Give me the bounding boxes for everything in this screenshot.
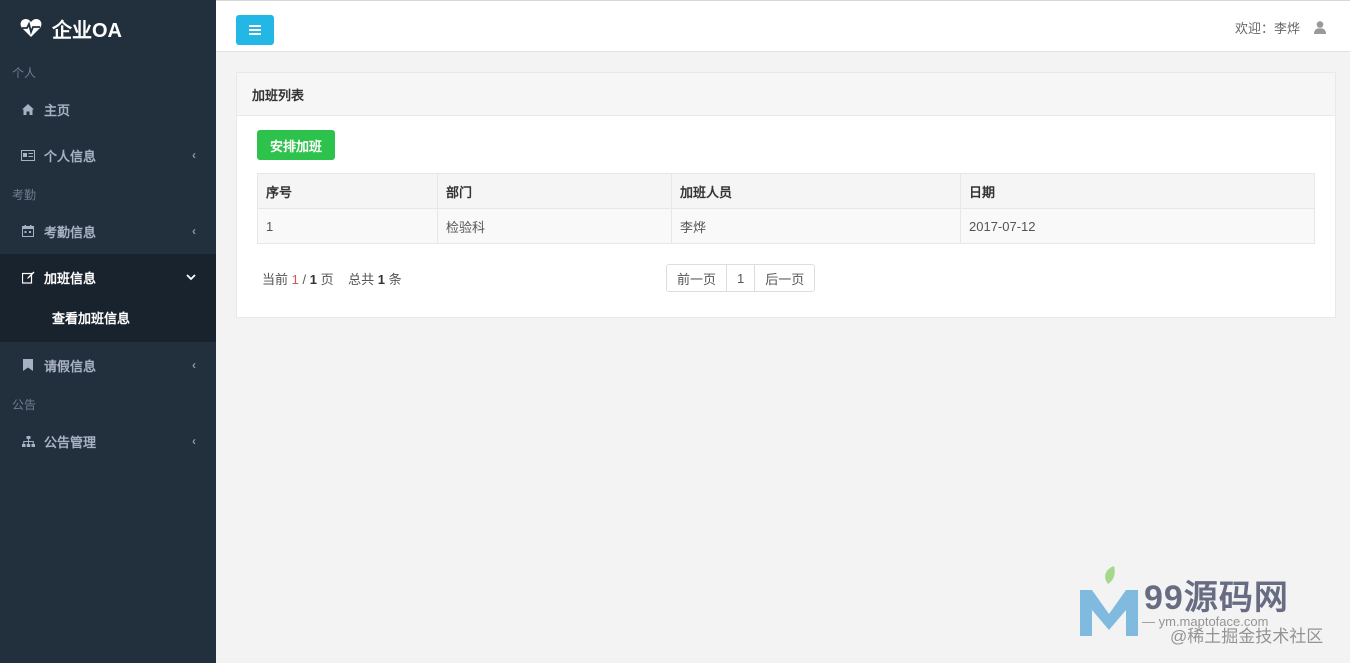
pager-prefix: 当前 <box>262 272 289 287</box>
sidebar-item-label: 考勤信息 <box>44 224 97 240</box>
app-title: 企业OA <box>52 19 122 42</box>
nav-section-personal: 个人 <box>12 66 37 80</box>
cell-index: 1 <box>257 208 438 244</box>
home-icon <box>20 103 36 115</box>
sidebar: 企业OA 个人 主页 个人信息 ‹ 考勤 考勤信息 ‹ 加班信息 查看加班信息 <box>0 0 216 663</box>
pagination: 前一页 1 后一页 <box>666 264 816 292</box>
id-card-icon <box>20 149 36 161</box>
watermark-community: @稀土掘金技术社区 <box>1170 627 1324 646</box>
overtime-submenu: 查看加班信息 <box>0 300 216 342</box>
chevron-left-icon: ‹ <box>192 434 196 448</box>
table-header-row: 序号 部门 加班人员 日期 <box>257 173 1315 209</box>
sidebar-item-leave[interactable]: 请假信息 ‹ <box>0 342 216 388</box>
page-1-button[interactable]: 1 <box>727 265 756 291</box>
welcome-text: 欢迎：李烨 <box>1234 21 1300 36</box>
pager-total-count: 1 <box>377 272 385 287</box>
chevron-down-icon <box>186 270 196 284</box>
sidebar-item-home[interactable]: 主页 <box>0 86 216 132</box>
cell-date: 2017-07-12 <box>960 208 1315 244</box>
menu-toggle-button[interactable] <box>236 15 274 45</box>
column-header-date[interactable]: 日期 <box>960 173 1315 209</box>
pager-page-word: 页 <box>320 272 334 287</box>
bookmark-icon <box>20 359 36 371</box>
arrange-overtime-button[interactable]: 安排加班 <box>257 130 336 160</box>
sidebar-item-label: 主页 <box>44 102 71 118</box>
watermark-logo <box>1080 566 1138 636</box>
overtime-table: 序号 部门 加班人员 日期 1 检验科 李烨 2017-07-12 <box>257 173 1315 244</box>
pager-sep: / <box>302 272 307 287</box>
nav-section-attendance: 考勤 <box>12 188 37 202</box>
brand[interactable]: 企业OA <box>0 0 216 56</box>
bars-icon <box>249 25 261 35</box>
chevron-left-icon: ‹ <box>192 224 196 238</box>
chevron-left-icon: ‹ <box>192 358 196 372</box>
edit-icon <box>20 271 36 284</box>
column-header-department[interactable]: 部门 <box>437 173 672 209</box>
pager-info: 当前 1 / 1 页 总共 1 条 <box>262 269 402 288</box>
sidebar-item-personal-info[interactable]: 个人信息 ‹ <box>0 132 216 178</box>
sidebar-item-label: 公告管理 <box>44 434 97 450</box>
cell-department: 检验科 <box>437 208 672 244</box>
calendar-icon <box>20 225 36 237</box>
cell-staff: 李烨 <box>671 208 961 244</box>
overtime-list-panel: 加班列表 安排加班 序号 部门 加班人员 日期 1 检验科 李烨 2017-07… <box>236 72 1336 318</box>
panel-title: 加班列表 <box>237 73 1335 116</box>
submenu-item-view-overtime[interactable]: 查看加班信息 <box>0 300 216 334</box>
table-row[interactable]: 1 检验科 李烨 2017-07-12 <box>257 208 1315 244</box>
pager-count-word: 条 <box>388 272 402 287</box>
pager-current: 1 <box>291 272 299 287</box>
topbar: 欢迎：李烨 <box>216 0 1350 52</box>
column-header-index[interactable]: 序号 <box>257 173 438 209</box>
next-page-button[interactable]: 后一页 <box>755 265 815 291</box>
sidebar-item-label: 加班信息 <box>44 270 97 286</box>
welcome-area: 欢迎：李烨 <box>1235 18 1326 37</box>
pager-total-prefix: 总共 <box>348 272 375 287</box>
user-icon[interactable] <box>1314 21 1326 34</box>
heartbeat-icon <box>20 18 42 38</box>
sidebar-item-attendance[interactable]: 考勤信息 ‹ <box>0 208 216 254</box>
column-header-staff[interactable]: 加班人员 <box>671 173 961 209</box>
sidebar-item-overtime[interactable]: 加班信息 <box>0 254 216 300</box>
prev-page-button[interactable]: 前一页 <box>667 265 728 291</box>
watermark: 99源码网 — ym.maptoface.com @稀土掘金技术社区 <box>1078 566 1343 656</box>
sidebar-item-label: 请假信息 <box>44 358 97 374</box>
watermark-title: 99源码网 <box>1144 579 1289 617</box>
chevron-left-icon: ‹ <box>192 148 196 162</box>
sitemap-icon <box>20 435 36 447</box>
sidebar-item-announcement[interactable]: 公告管理 ‹ <box>0 418 216 464</box>
pager-total-pages: 1 <box>309 272 317 287</box>
nav-section-announcement: 公告 <box>12 398 37 412</box>
sidebar-item-label: 个人信息 <box>44 148 97 164</box>
